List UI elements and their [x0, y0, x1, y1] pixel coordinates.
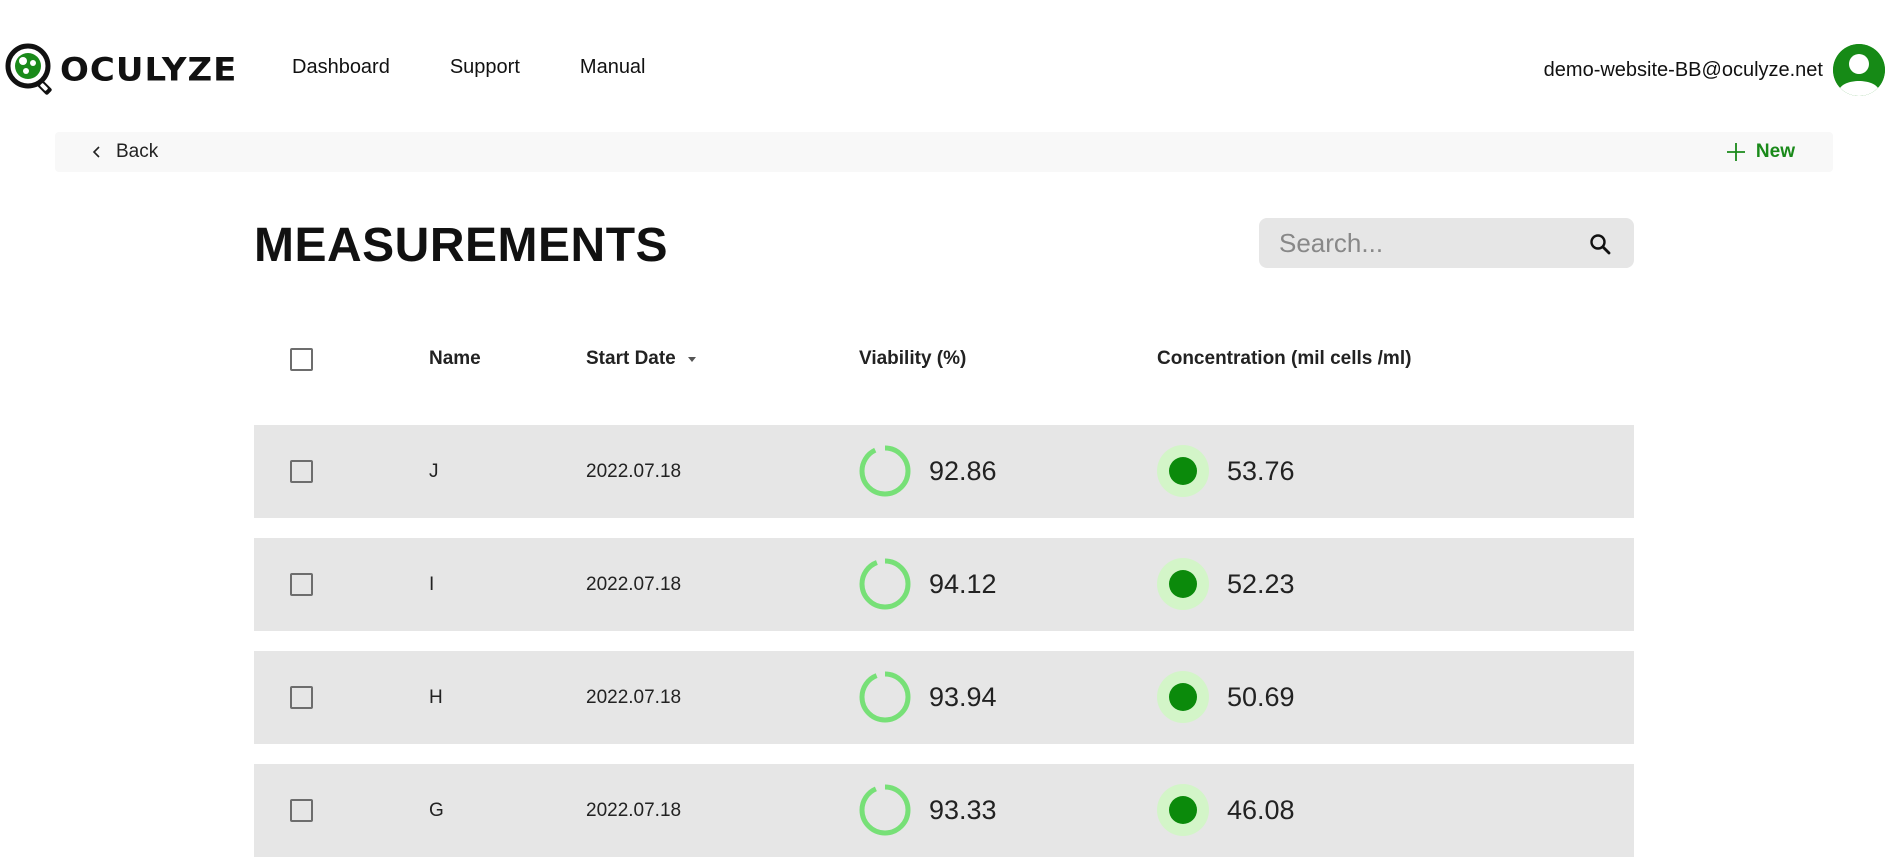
viability-ring-icon: [859, 558, 911, 610]
user-avatar-icon: [1833, 44, 1885, 96]
row-viability: 94.12: [859, 558, 997, 610]
table-row[interactable]: J 2022.07.18 92.86 53.76: [254, 425, 1634, 518]
row-name: H: [429, 687, 443, 708]
chevron-left-icon: [92, 146, 100, 158]
row-start-date: 2022.07.18: [586, 461, 682, 482]
select-all-checkbox[interactable]: [290, 348, 313, 371]
concentration-dot-icon: [1157, 558, 1209, 610]
nav-dashboard[interactable]: Dashboard: [292, 56, 390, 79]
viability-ring-icon: [859, 671, 911, 723]
row-viability: 93.94: [859, 671, 997, 723]
viability-ring-icon: [859, 445, 911, 497]
back-button[interactable]: Back: [90, 132, 158, 172]
sort-descending-icon: [687, 357, 696, 362]
nav-support[interactable]: Support: [450, 56, 520, 79]
concentration-value: 46.08: [1227, 794, 1295, 825]
concentration-value: 53.76: [1227, 455, 1295, 486]
column-header-start-date[interactable]: Start Date: [586, 348, 698, 370]
row-viability: 93.33: [859, 784, 997, 836]
row-start-date: 2022.07.18: [586, 574, 682, 595]
row-concentration: 46.08: [1157, 784, 1295, 836]
row-checkbox[interactable]: [290, 686, 313, 709]
viability-value: 94.12: [929, 568, 997, 599]
concentration-dot-icon: [1157, 445, 1209, 497]
main-nav: Dashboard Support Manual: [292, 56, 706, 79]
new-measurement-button[interactable]: New: [1726, 132, 1795, 172]
row-checkbox[interactable]: [290, 573, 313, 596]
row-name: J: [429, 461, 439, 482]
viability-value: 93.94: [929, 681, 997, 712]
row-checkbox[interactable]: [290, 799, 313, 822]
oculyze-logo[interactable]: OCULYZE: [2, 40, 237, 100]
concentration-dot-icon: [1157, 784, 1209, 836]
table-row[interactable]: I 2022.07.18 94.12 52.23: [254, 538, 1634, 631]
table-row[interactable]: H 2022.07.18 93.94 50.69: [254, 651, 1634, 744]
row-concentration: 52.23: [1157, 558, 1295, 610]
search-input[interactable]: [1277, 218, 1577, 268]
row-concentration: 50.69: [1157, 671, 1295, 723]
viability-ring-icon: [859, 784, 911, 836]
action-bar: Back New: [55, 132, 1833, 172]
row-start-date: 2022.07.18: [586, 800, 682, 821]
row-start-date: 2022.07.18: [586, 687, 682, 708]
row-concentration: 53.76: [1157, 445, 1295, 497]
table-row[interactable]: G 2022.07.18 93.33 46.08: [254, 764, 1634, 857]
row-checkbox[interactable]: [290, 460, 313, 483]
column-header-name[interactable]: Name: [429, 348, 481, 370]
search-box: [1259, 218, 1634, 268]
column-header-viability[interactable]: Viability (%): [859, 348, 966, 370]
user-email[interactable]: demo-website-BB@oculyze.net: [1544, 59, 1823, 82]
row-name: G: [429, 800, 444, 821]
row-name: I: [429, 574, 435, 595]
nav-manual[interactable]: Manual: [580, 56, 646, 79]
brand-name: OCULYZE: [60, 51, 238, 89]
viability-value: 92.86: [929, 455, 997, 486]
row-viability: 92.86: [859, 445, 997, 497]
concentration-value: 52.23: [1227, 568, 1295, 599]
table-header: Name Start Date Viability (%) Concentrat…: [254, 330, 1634, 388]
concentration-value: 50.69: [1227, 681, 1295, 712]
measurements-table: Name Start Date Viability (%) Concentrat…: [254, 330, 1634, 857]
user-menu[interactable]: demo-website-BB@oculyze.net: [1544, 44, 1888, 96]
back-label: Back: [116, 141, 159, 162]
new-label: New: [1755, 141, 1795, 162]
avatar[interactable]: [1833, 44, 1885, 96]
column-header-concentration[interactable]: Concentration (mil cells /ml): [1157, 348, 1411, 370]
top-navigation: OCULYZE Dashboard Support Manual demo-we…: [0, 0, 1888, 130]
concentration-dot-icon: [1157, 671, 1209, 723]
plus-icon: [1726, 143, 1745, 161]
viability-value: 93.33: [929, 794, 997, 825]
page-title: MEASUREMENTS: [254, 219, 669, 272]
magnifier-logo-icon: [5, 43, 52, 95]
search-icon[interactable]: [1588, 232, 1612, 256]
